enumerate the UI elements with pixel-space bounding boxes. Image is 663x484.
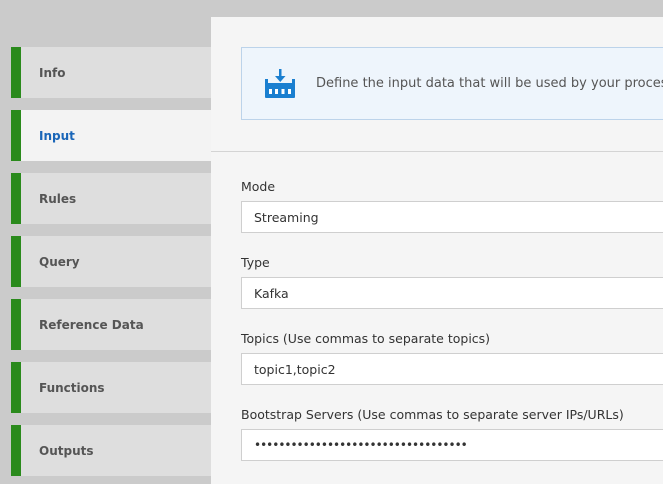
topics-input[interactable]: topic1,topic2 xyxy=(241,353,663,385)
nav-item-outputs[interactable]: Outputs xyxy=(11,425,211,476)
nav-item-input[interactable]: Input xyxy=(11,110,211,161)
info-banner: Define the input data that will be used … xyxy=(241,47,663,120)
nav-item-label: Outputs xyxy=(39,443,94,458)
topics-label: Topics (Use commas to separate topics) xyxy=(241,331,491,346)
nav-item-label: Rules xyxy=(39,191,77,206)
nav-item-rules[interactable]: Rules xyxy=(11,173,211,224)
info-banner-text: Define the input data that will be used … xyxy=(316,76,663,91)
type-label: Type xyxy=(241,255,270,270)
bootstrap-servers-label: Bootstrap Servers (Use commas to separat… xyxy=(241,407,624,422)
nav-item-reference-data[interactable]: Reference Data xyxy=(11,299,211,350)
section-divider xyxy=(211,151,663,152)
input-panel: Define the input data that will be used … xyxy=(211,17,663,484)
nav-item-label: Input xyxy=(39,128,75,143)
data-input-icon xyxy=(265,68,295,98)
nav-item-query[interactable]: Query xyxy=(11,236,211,287)
mode-label: Mode xyxy=(241,179,276,194)
nav-item-label: Query xyxy=(39,254,80,269)
nav-item-info[interactable]: Info xyxy=(11,47,211,98)
side-nav: Info Input Rules Query Reference Data Fu… xyxy=(0,0,211,484)
nav-item-label: Functions xyxy=(39,380,105,395)
nav-item-label: Info xyxy=(39,65,66,80)
nav-item-functions[interactable]: Functions xyxy=(11,362,211,413)
bootstrap-servers-input[interactable]: ••••••••••••••••••••••••••••••••••• xyxy=(241,429,663,461)
mode-select[interactable]: Streaming xyxy=(241,201,663,233)
nav-item-label: Reference Data xyxy=(39,317,144,332)
type-select[interactable]: Kafka xyxy=(241,277,663,309)
